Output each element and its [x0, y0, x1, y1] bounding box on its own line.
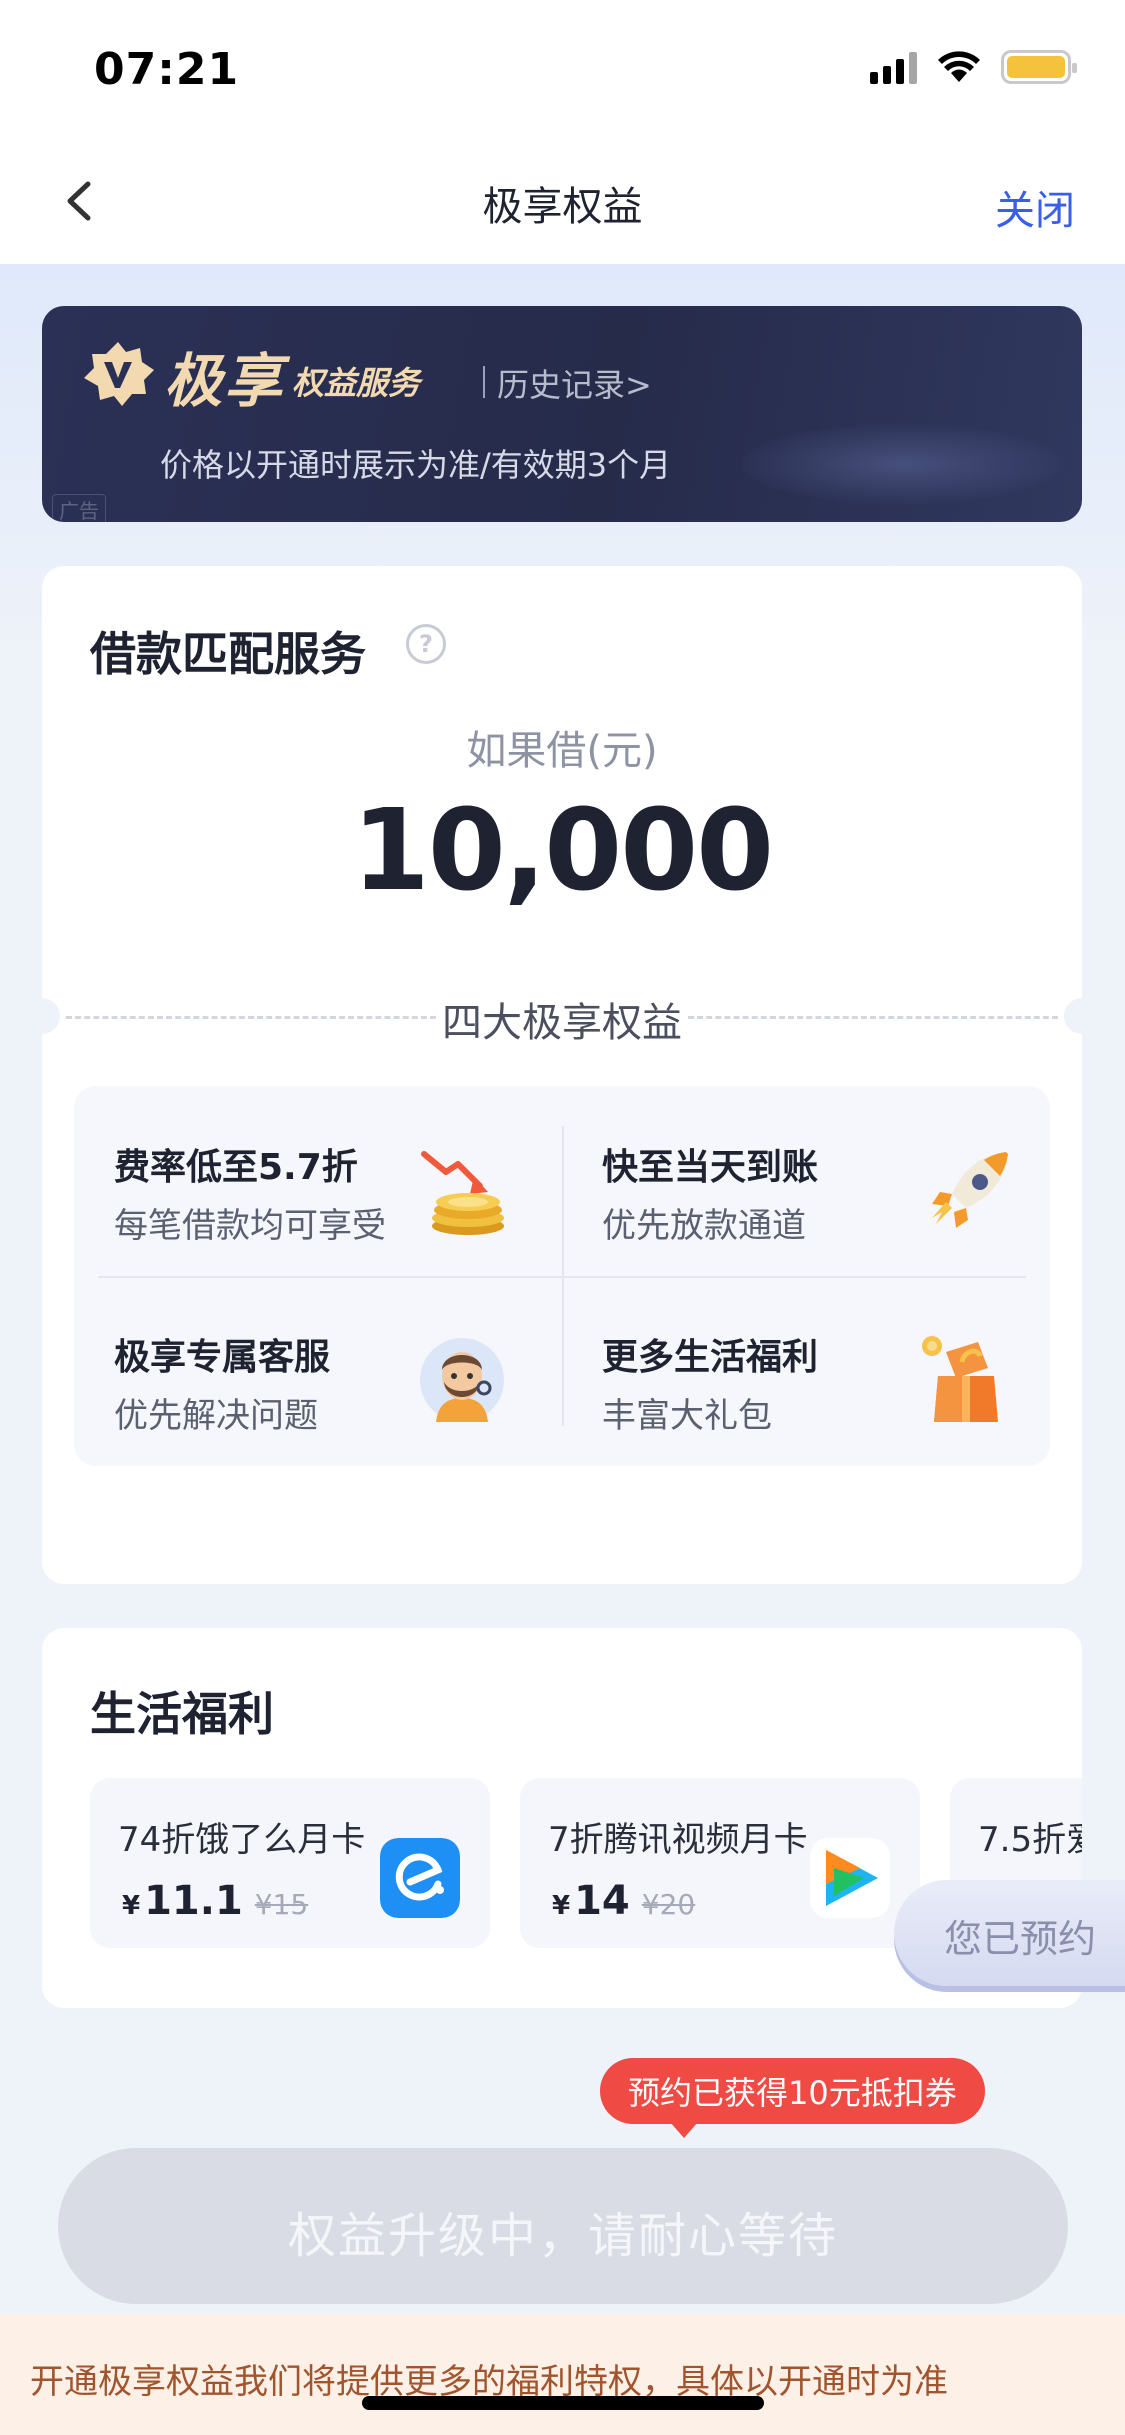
- vip-banner[interactable]: 极享 权益服务 历史记录> 价格以开通时展示为准/有效期3个月 广告: [42, 306, 1082, 522]
- banner-subtitle: 价格以开通时展示为准/有效期3个月: [160, 446, 672, 484]
- loan-card-title: 借款匹配服务: [90, 627, 366, 681]
- help-icon[interactable]: ?: [406, 624, 446, 664]
- status-bar: 07:21: [0, 0, 1125, 140]
- nav-bar: 极享权益 关闭: [0, 140, 1125, 264]
- page-title: 极享权益: [482, 184, 643, 230]
- footer-notice: 开通极享权益我们将提供更多的福利特权，具体以开通时为准: [0, 2314, 1125, 2435]
- status-time: 07:21: [94, 44, 240, 95]
- reserved-text: 您已预约: [944, 1917, 1097, 1961]
- eleme-icon: [380, 1838, 460, 1918]
- ad-tag: 广告: [52, 494, 106, 522]
- close-button[interactable]: 关闭: [995, 178, 1075, 236]
- coins-icon: [421, 1151, 504, 1235]
- wifi-icon: [938, 51, 980, 82]
- life-item-name: 7.5折爱: [978, 1820, 1082, 1860]
- v-badge-icon: [84, 342, 154, 406]
- benefit-desc: 丰富大礼包: [602, 1396, 772, 1436]
- loan-label: 如果借(元): [466, 728, 658, 774]
- benefit-title: 极享专属客服: [114, 1337, 331, 1378]
- benefit-item: 极享专属客服 优先解决问题: [74, 1276, 562, 1466]
- battery-icon: [1001, 50, 1077, 84]
- upgrade-status-button[interactable]: 权益升级中，请耐心等待: [58, 2148, 1068, 2304]
- benefit-item: 快至当天到账 优先放款通道: [562, 1086, 1050, 1276]
- life-item-name: 7折腾讯视频月卡: [548, 1820, 808, 1860]
- life-item-card[interactable]: 74折饿了么月卡 ¥ 11.1 ¥15: [90, 1778, 490, 1948]
- benefits-grid: 费率低至5.7折 每笔借款均可享受 快至当天到账 优先放款通道 极享专属客服 优…: [74, 1086, 1050, 1466]
- loan-match-card: 借款匹配服务 ? 如果借(元) 10,000 四大极享权益 费率低至5.7折 每…: [24, 566, 1100, 1584]
- support-agent-icon: [420, 1338, 504, 1422]
- life-card-title: 生活福利: [90, 1687, 274, 1741]
- benefit-title: 费率低至5.7折: [114, 1147, 358, 1188]
- benefit-item: 更多生活福利 丰富大礼包: [562, 1276, 1050, 1466]
- banner-brand: 极享: [164, 347, 285, 415]
- life-item-card[interactable]: 7折腾讯视频月卡 ¥ 14 ¥20: [520, 1778, 920, 1948]
- reserved-button[interactable]: 您已预约: [894, 1880, 1125, 1986]
- benefits-divider-text: 四大极享权益: [442, 1000, 682, 1046]
- loan-amount: 10,000: [351, 786, 774, 916]
- banner-service: 权益服务: [292, 364, 421, 402]
- benefit-item: 费率低至5.7折 每笔借款均可享受: [74, 1086, 562, 1276]
- banner-glow: [742, 424, 1062, 504]
- original-price: ¥20: [641, 1888, 696, 1921]
- rocket-icon: [932, 1152, 1008, 1228]
- coupon-tip-text: 预约已获得10元抵扣券: [628, 2074, 957, 2112]
- benefits-divider: 四大极享权益: [24, 976, 1100, 1056]
- tencent-video-icon: [810, 1838, 890, 1918]
- benefit-desc: 每笔借款均可享受: [114, 1206, 386, 1246]
- benefit-desc: 优先解决问题: [114, 1396, 318, 1436]
- gift-box-icon: [922, 1336, 998, 1422]
- history-link[interactable]: 历史记录>: [483, 360, 652, 406]
- benefit-title: 快至当天到账: [602, 1147, 819, 1188]
- life-item-price: ¥ 11.1 ¥15: [122, 1878, 309, 1924]
- cellular-signal-icon: [870, 50, 917, 84]
- coupon-tip-bubble: 预约已获得10元抵扣券: [600, 2058, 985, 2138]
- original-price: ¥15: [254, 1888, 309, 1921]
- status-icons: [870, 50, 1077, 84]
- benefit-desc: 优先放款通道: [602, 1206, 806, 1246]
- upgrade-status-text: 权益升级中，请耐心等待: [287, 2208, 838, 2264]
- life-item-name: 74折饿了么月卡: [118, 1820, 366, 1860]
- benefit-title: 更多生活福利: [602, 1337, 819, 1378]
- life-item-price: ¥ 14 ¥20: [552, 1878, 696, 1924]
- home-indicator: [362, 2396, 764, 2410]
